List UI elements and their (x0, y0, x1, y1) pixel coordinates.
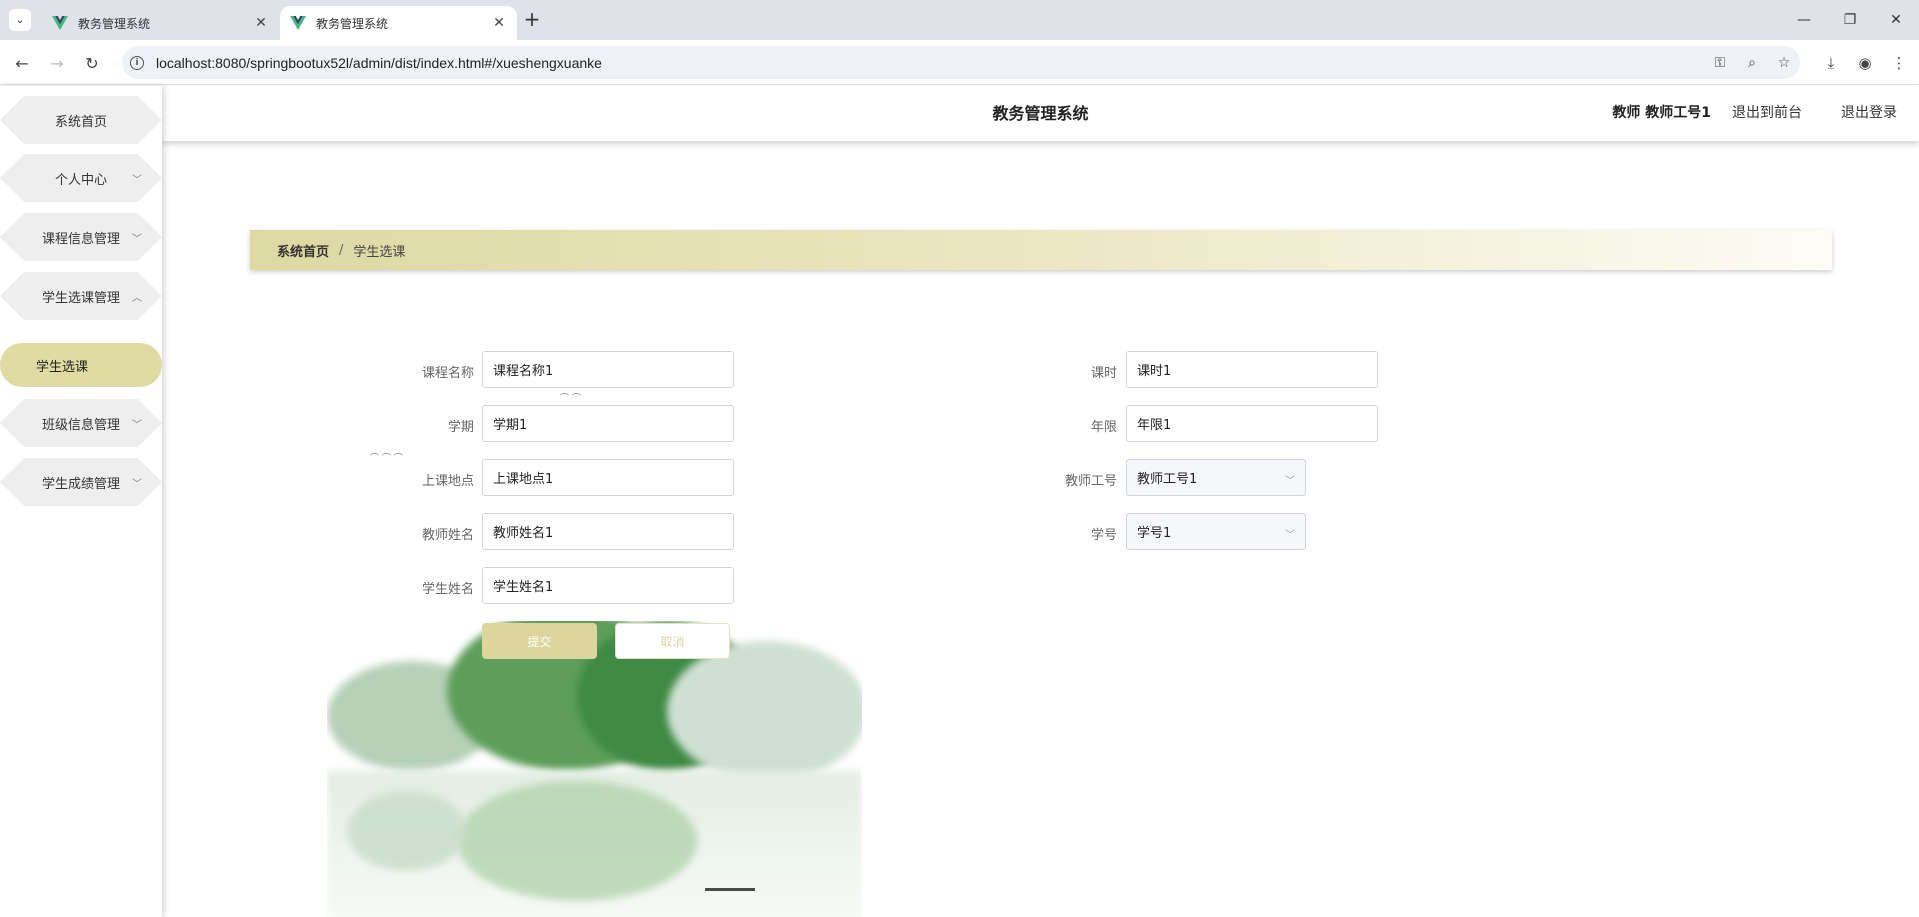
minimize-icon[interactable]: — (1781, 0, 1827, 40)
tab-title: 教务管理系统 (78, 16, 151, 31)
exit-to-frontend-link[interactable]: 退出到前台 (1732, 86, 1802, 141)
download-icon[interactable]: ⤓ (1819, 51, 1843, 75)
student-name-input[interactable]: 学生姓名1 (482, 567, 734, 604)
breadcrumb-separator: / (339, 242, 344, 258)
sidebar-item-label: 课程信息管理 (41, 231, 120, 247)
bookmark-star-icon[interactable]: ☆ (1768, 55, 1800, 71)
student-id-label: 学号 (1090, 528, 1117, 543)
sidebar-item-course-selection[interactable]: 学生选课管理 ︿ (0, 272, 162, 320)
boat-icon (705, 888, 755, 891)
address-bar[interactable]: i localhost:8080/springbootux52l/admin/d… (122, 46, 1800, 79)
breadcrumb: 系统首页 / 学生选课 (250, 230, 1832, 270)
chevron-down-icon: ﹀ (1285, 530, 1295, 541)
teacher-id-value: 教师工号1 (1137, 472, 1198, 487)
sidebar-item-course-info[interactable]: 课程信息管理 ﹀ (0, 213, 162, 261)
tab-search-chevron-icon[interactable]: ⌄ (9, 9, 31, 31)
student-id-value: 学号1 (1137, 526, 1172, 541)
chevron-down-icon: ﹀ (132, 233, 142, 245)
sidebar: 系统首页 个人中心 ﹀ 课程信息管理 ﹀ 学生选课管理 ︿ 学生选课 班级信息管… (0, 86, 162, 917)
chevron-down-icon: ﹀ (132, 174, 142, 186)
teacher-id-label: 教师工号 (1064, 474, 1117, 489)
sidebar-subitem-student-selection[interactable]: 学生选课 (0, 343, 162, 387)
term-input[interactable]: 学期1 (482, 405, 734, 442)
profile-icon[interactable]: ◉ (1853, 51, 1877, 75)
window-controls: — ❐ ✕ (1781, 0, 1919, 40)
new-tab-plus-icon[interactable]: + (520, 8, 544, 32)
window-close-icon[interactable]: ✕ (1873, 0, 1919, 40)
teacher-name-label: 教师姓名 (421, 528, 474, 543)
sidebar-item-class-info[interactable]: 班级信息管理 ﹀ (0, 399, 162, 447)
location-label: 上课地点 (421, 474, 474, 489)
sidebar-item-grades[interactable]: 学生成绩管理 ﹀ (0, 458, 162, 506)
hours-input[interactable]: 课时1 (1126, 351, 1378, 388)
sidebar-item-label: 学生选课 (36, 359, 89, 375)
sidebar-item-label: 个人中心 (54, 172, 107, 188)
chevron-down-icon: ﹀ (132, 478, 142, 490)
sidebar-item-label: 学生成绩管理 (41, 476, 120, 492)
cancel-button[interactable]: 取消 (615, 623, 730, 659)
url-text[interactable]: localhost:8080/springbootux52l/admin/dis… (156, 55, 1704, 71)
birds-decoration-icon: ⌒ ⌒ ⌒ (370, 454, 403, 464)
tab-close-icon[interactable]: ✕ (253, 15, 269, 31)
logout-link[interactable]: 退出登录 (1841, 86, 1897, 141)
password-key-icon[interactable]: ⚿ (1704, 55, 1736, 71)
sidebar-item-home[interactable]: 系统首页 (0, 96, 162, 144)
app-container: 系统首页 个人中心 ﹀ 课程信息管理 ﹀ 学生选课管理 ︿ 学生选课 班级信息管… (0, 86, 1919, 917)
student-name-label: 学生姓名 (421, 582, 474, 597)
reload-icon[interactable]: ↻ (80, 51, 104, 75)
birds-decoration-icon: ⌒ ⌒ (560, 394, 581, 404)
browser-tabstrip: ⌄ 教务管理系统 ✕ 教务管理系统 ✕ + — ❐ ✕ (0, 0, 1919, 40)
sidebar-item-personal-center[interactable]: 个人中心 ﹀ (0, 154, 162, 202)
ink-landscape-image (327, 621, 862, 917)
site-info-icon[interactable]: i (130, 55, 144, 70)
teacher-id-select[interactable]: 教师工号1 ﹀ (1126, 459, 1306, 496)
location-input[interactable]: 上课地点1 (482, 459, 734, 496)
breadcrumb-current: 学生选课 (353, 244, 406, 260)
sidebar-item-label: 学生选课管理 (41, 290, 120, 306)
more-menu-icon[interactable]: ⋮ (1887, 51, 1911, 75)
years-input[interactable]: 年限1 (1126, 405, 1378, 442)
forward-arrow-icon[interactable]: → (45, 51, 69, 75)
chevron-up-icon: ︿ (132, 292, 142, 304)
current-user: 教师 教师工号1 (1612, 105, 1711, 121)
browser-tab-1[interactable]: 教务管理系统 ✕ (42, 6, 279, 40)
chevron-down-icon: ﹀ (1285, 476, 1295, 487)
back-arrow-icon[interactable]: ← (10, 51, 34, 75)
term-label: 学期 (447, 420, 474, 435)
browser-tab-2[interactable]: 教务管理系统 ✕ (280, 6, 517, 40)
sidebar-item-label: 系统首页 (54, 114, 107, 130)
tab-title: 教务管理系统 (316, 16, 389, 31)
student-id-select[interactable]: 学号1 ﹀ (1126, 513, 1306, 550)
submit-button[interactable]: 提交 (482, 623, 597, 659)
top-header: 教务管理系统 教师 教师工号1 退出到前台 退出登录 (162, 86, 1919, 141)
hours-label: 课时 (1090, 366, 1117, 381)
course-name-input[interactable]: 课程名称1 (482, 351, 734, 388)
toolbar-actions: ⤓ ◉ ⋮ (1819, 51, 1911, 75)
years-label: 年限 (1090, 420, 1117, 435)
sidebar-item-label: 班级信息管理 (41, 417, 120, 433)
tab-close-icon[interactable]: ✕ (491, 15, 507, 31)
course-name-label: 课程名称 (421, 366, 474, 381)
teacher-name-input[interactable]: 教师姓名1 (482, 513, 734, 550)
browser-toolbar: ← → ↻ i localhost:8080/springbootux52l/a… (0, 40, 1919, 85)
chevron-down-icon: ﹀ (132, 419, 142, 431)
breadcrumb-home[interactable]: 系统首页 (277, 241, 329, 260)
restore-icon[interactable]: ❐ (1827, 0, 1873, 40)
zoom-icon[interactable]: ⌕ (1736, 55, 1768, 71)
vue-logo-icon (290, 16, 306, 30)
vue-logo-icon (52, 16, 68, 30)
